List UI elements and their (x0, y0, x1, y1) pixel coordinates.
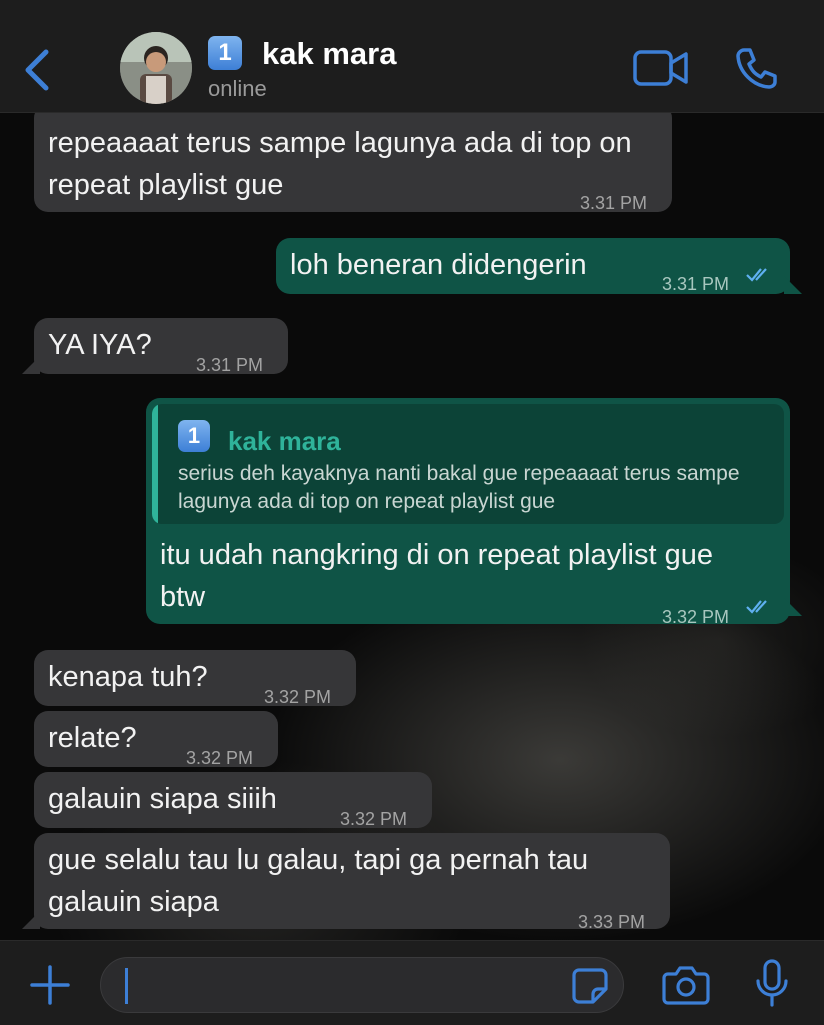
sticker-button[interactable] (571, 967, 609, 1005)
message-time: 3.32 PM (662, 607, 730, 627)
message-text: repeaaaat terus sampe lagunya ada di top… (48, 127, 632, 201)
message-bubble-incoming[interactable]: relate? 3.32 PM (34, 711, 278, 768)
message-text: kenapa tuh? (48, 661, 208, 693)
keycap-one-badge: 1 (208, 36, 242, 70)
double-check-icon (746, 600, 767, 614)
message-text: gue selalu tau lu galau, tapi ga pernah … (48, 844, 589, 918)
message-bubble-outgoing-reply[interactable]: 1 kak mara serius deh kayaknya nanti bak… (146, 398, 802, 627)
video-call-button[interactable] (632, 48, 690, 88)
bubble-tail (22, 911, 40, 929)
avatar[interactable] (120, 32, 192, 104)
message-input-bar (0, 940, 824, 1025)
bubble-tail (784, 598, 802, 616)
message-time: 3.31 PM (580, 193, 648, 213)
bubble-tail (784, 276, 802, 294)
camera-button[interactable] (662, 965, 710, 1005)
message-bubble-incoming[interactable]: gue selalu tau lu galau, tapi ga pernah … (22, 833, 670, 932)
plus-icon (30, 965, 70, 1005)
microphone-icon (756, 959, 788, 1007)
message-bubble-incoming[interactable]: galauin siapa siiih 3.32 PM (34, 772, 432, 829)
message-bubble-incoming[interactable]: YA IYA? 3.31 PM (22, 318, 288, 375)
text-caret (125, 968, 128, 1004)
chat-header: 1 kak mara online (0, 0, 824, 113)
message-bubble-incoming[interactable]: kenapa tuh? 3.32 PM (34, 650, 356, 707)
message-text: loh beneran didengerin (290, 249, 587, 281)
video-call-icon (633, 50, 688, 86)
back-chevron-icon (25, 49, 49, 91)
message-bubble-outgoing[interactable]: loh beneran didengerin 3.31 PM (276, 238, 802, 294)
message-time: 3.31 PM (662, 274, 730, 294)
double-check-icon (746, 268, 767, 282)
message-time: 3.33 PM (578, 912, 646, 932)
message-input[interactable] (100, 957, 624, 1013)
attach-button[interactable] (28, 963, 72, 1007)
phone-icon (736, 48, 777, 89)
quoted-message[interactable]: 1 kak mara serius deh kayaknya nanti bak… (152, 404, 784, 524)
voice-call-button[interactable] (734, 46, 778, 90)
message-text: relate? (48, 722, 137, 754)
microphone-button[interactable] (754, 959, 790, 1009)
contact-name[interactable]: kak mara (262, 36, 396, 72)
keycap-one-badge: 1 (178, 420, 210, 452)
back-button[interactable] (18, 40, 58, 100)
bubble-tail (22, 356, 40, 374)
message-bubble-incoming[interactable]: repeaaaat terus sampe lagunya ada di top… (34, 104, 672, 213)
quote-accent-bar (152, 404, 158, 524)
quote-author: kak mara (228, 426, 341, 456)
sticker-icon (572, 968, 608, 1004)
quote-text: serius deh kayaknya nanti bakal gue repe… (178, 462, 740, 513)
message-text: YA IYA? (48, 329, 152, 361)
message-text: galauin siapa siiih (48, 783, 277, 815)
message-time: 3.31 PM (196, 355, 264, 375)
camera-icon (662, 966, 710, 1005)
contact-status: online (208, 76, 267, 101)
message-time: 3.32 PM (264, 687, 332, 707)
